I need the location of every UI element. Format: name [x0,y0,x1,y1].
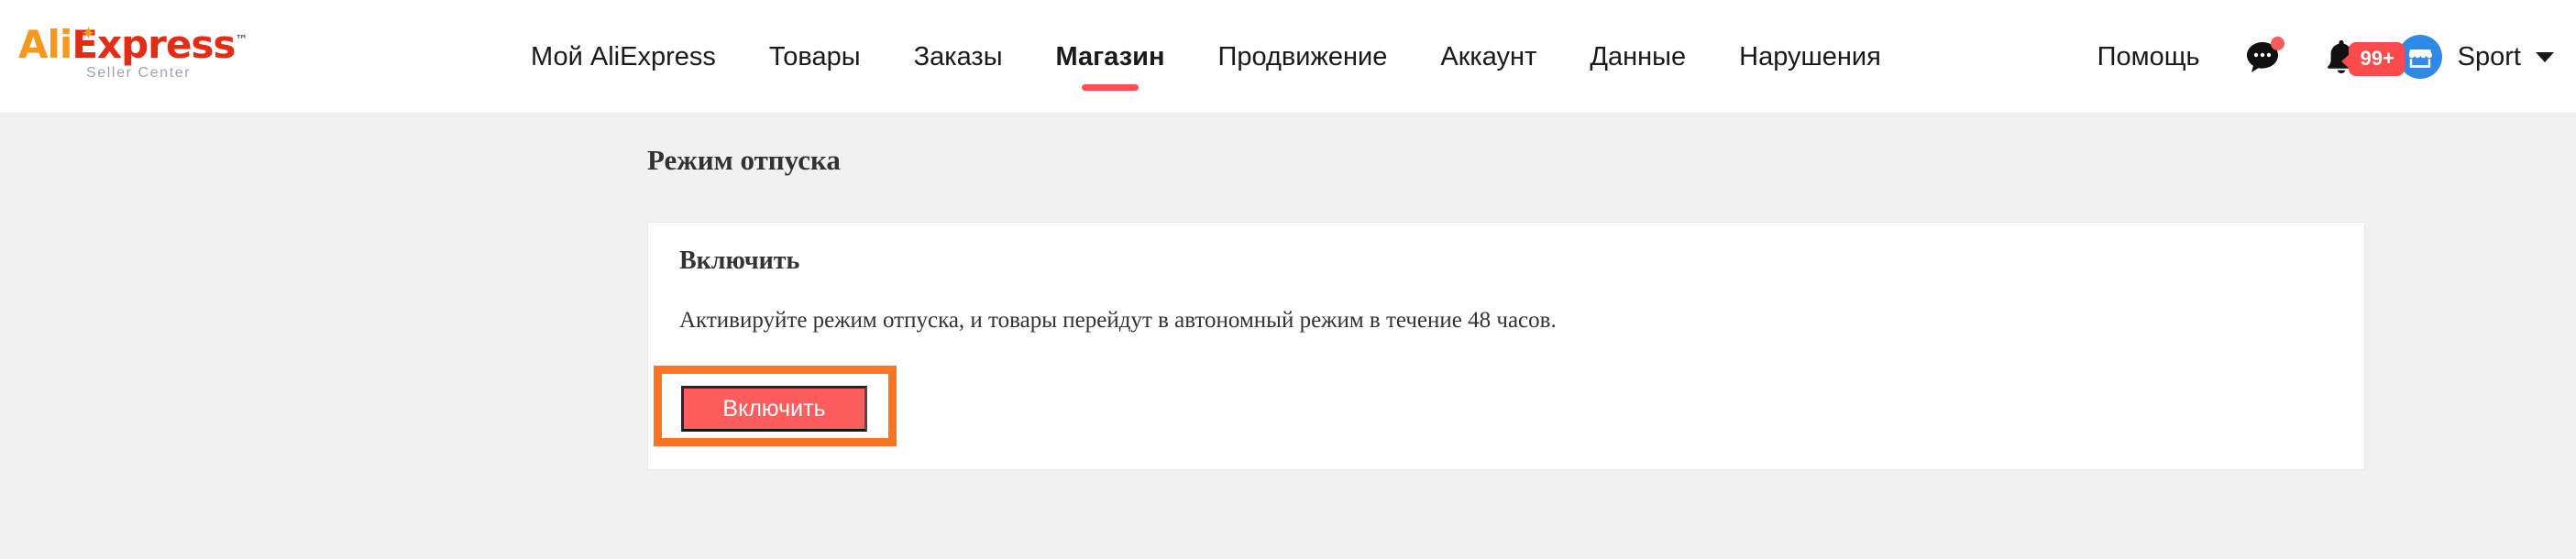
enable-button-highlight-annotation: Включить [654,366,897,446]
nav-item-promotion[interactable]: Продвижение [1192,0,1415,114]
chat-unread-dot [2270,37,2284,50]
bell-icon[interactable]: 99+ [2325,38,2405,76]
logo-trademark-symbol: ™ [235,33,248,48]
notification-count-badge: 99+ [2340,42,2405,76]
chat-bubble-icon[interactable] [2242,37,2284,77]
store-name-label[interactable]: Sport [2458,42,2521,72]
storefront-icon [2408,49,2432,68]
logo-ali-text: Ali [18,22,72,67]
logo-sparkle-icon: ✦ [81,22,96,44]
nav-item-orders[interactable]: Заказы [887,0,1029,114]
nav-item-account[interactable]: Аккаунт [1414,0,1563,114]
card-description: Активируйте режим отпуска, и товары пере… [679,308,1557,333]
nav-label: Заказы [913,41,1003,71]
active-tab-underline [1082,84,1139,91]
top-header: ✦ AliExpress™ Seller Center Мой AliExpres… [0,0,2576,114]
nav-label: Магазин [1055,41,1165,71]
help-link[interactable]: Помощь [2097,42,2200,72]
nav-item-data[interactable]: Данные [1563,0,1712,114]
nav-item-products[interactable]: Товары [743,0,887,114]
logo-wordmark: ✦ AliExpress™ [18,22,275,64]
logo-express-text: Express [72,22,236,67]
card-heading: Включить [679,247,800,275]
nav-label: Данные [1590,41,1687,71]
logo-subtitle: Seller Center [86,65,192,81]
main-navigation: Мой AliExpress Товары Заказы Магазин Про… [504,0,1908,114]
page-title: Режим отпуска [647,144,841,176]
nav-label: Аккаунт [1440,41,1537,71]
nav-item-store[interactable]: Магазин [1029,0,1192,114]
chevron-down-icon[interactable] [2536,51,2554,62]
header-right-actions: Помощь 99+ Sport [2097,0,2554,114]
nav-item-my-aliexpress[interactable]: Мой AliExpress [504,0,743,114]
nav-label: Мой AliExpress [531,41,716,71]
nav-item-violations[interactable]: Нарушения [1712,0,1908,114]
nav-label: Товары [768,41,861,71]
nav-label: Продвижение [1217,41,1388,71]
aliexpress-seller-center-logo[interactable]: ✦ AliExpress™ Seller Center [18,22,275,90]
vacation-mode-card: Включить Активируйте режим отпуска, и то… [647,222,2365,470]
enable-vacation-mode-button[interactable]: Включить [681,386,867,432]
nav-label: Нарушения [1739,41,1881,71]
